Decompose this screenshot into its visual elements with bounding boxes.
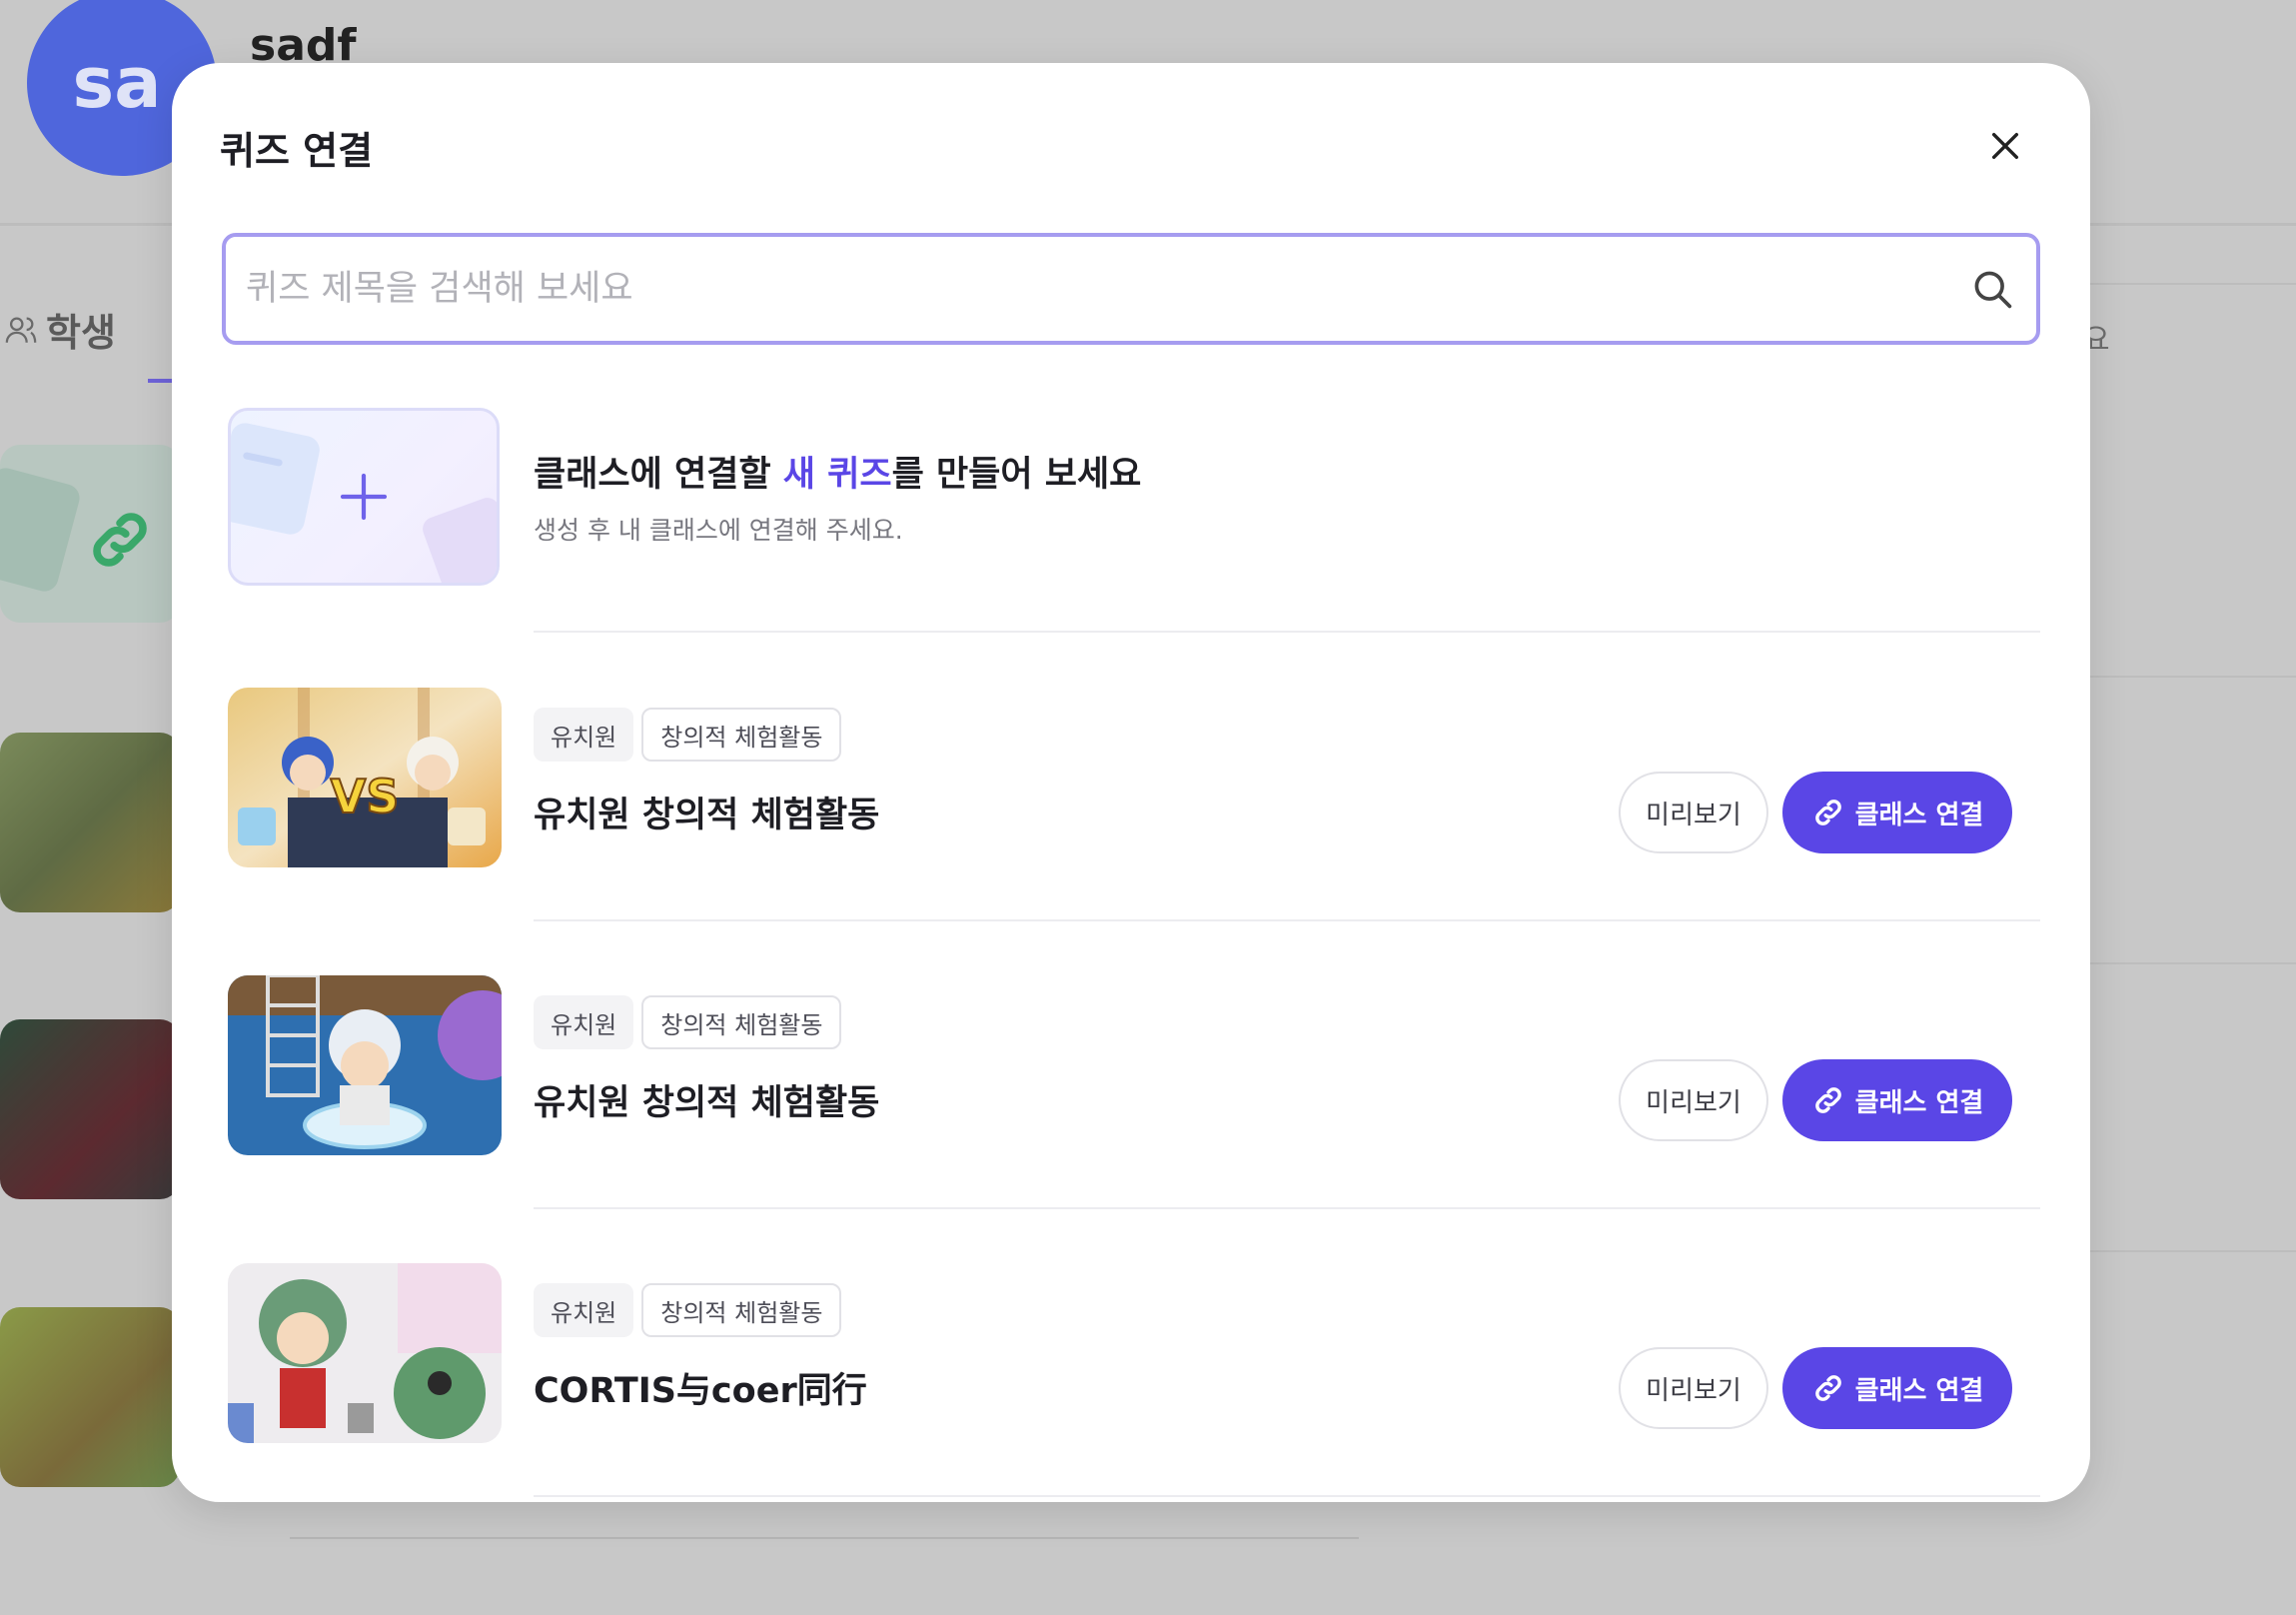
quiz-title: CORTIS与coer同行: [534, 1371, 867, 1411]
connect-class-label: 클래스 연결: [1854, 800, 1984, 830]
link-icon: [1814, 800, 1841, 825]
quiz-thumbnail[interactable]: [228, 975, 502, 1155]
row-divider: [534, 919, 2040, 921]
quiz-thumbnail[interactable]: [228, 1263, 502, 1443]
quiz-thumbnail-image: [228, 975, 502, 1155]
connect-class-button[interactable]: 클래스 연결: [1782, 1059, 2012, 1141]
preview-button[interactable]: 미리보기: [1619, 772, 1768, 853]
quiz-title: 유치원 창의적 체험활동: [534, 1083, 880, 1123]
connect-class-button[interactable]: 클래스 연결: [1782, 772, 2012, 853]
link-icon: [1814, 1087, 1841, 1113]
users-icon: [5, 317, 37, 343]
close-button[interactable]: [1980, 121, 2030, 171]
bg-quiz-thumbnail: [0, 1019, 180, 1199]
create-title-accent[interactable]: 새 퀴즈: [783, 455, 892, 495]
search-input[interactable]: [246, 269, 1968, 309]
search-button[interactable]: [1968, 265, 2016, 313]
bg-link-card: [0, 445, 180, 623]
row-divider: [534, 1495, 2040, 1497]
tag-level: 유치원: [534, 708, 634, 762]
plus-wrapper: [231, 411, 497, 583]
close-icon: [1991, 132, 2019, 160]
connect-class-button[interactable]: 클래스 연결: [1782, 1347, 2012, 1429]
create-title-prefix: 클래스에 연결할: [534, 455, 783, 495]
create-quiz-title: 클래스에 연결할 새 퀴즈를 만들어 보세요: [534, 446, 1141, 497]
tab-student: 학생: [4, 302, 116, 357]
tag-level: 유치원: [534, 1283, 634, 1337]
bg-divider: [2088, 1250, 2296, 1252]
quiz-tags: 유치원 창의적 체험활동: [534, 708, 842, 762]
modal-title: 퀴즈 연결: [220, 129, 374, 173]
plus-icon: [340, 473, 388, 521]
preview-button[interactable]: 미리보기: [1619, 1059, 1768, 1141]
quiz-thumbnail-image: [228, 1263, 502, 1443]
search-box: [222, 233, 2040, 345]
bg-divider: [2088, 962, 2296, 964]
tag-subject: 창의적 체험활동: [641, 995, 842, 1049]
quiz-title: 유치원 창의적 체험활동: [534, 796, 880, 835]
preview-button[interactable]: 미리보기: [1619, 1347, 1768, 1429]
quiz-thumbnail-image: VS: [228, 688, 502, 867]
bg-quiz-thumbnail: [0, 733, 180, 912]
tag-level: 유치원: [534, 995, 634, 1049]
quiz-tags: 유치원 창의적 체험활동: [534, 1283, 842, 1337]
tag-subject: 창의적 체험활동: [641, 708, 842, 762]
search-icon: [1974, 271, 2012, 309]
create-title-suffix: 를 만들어 보세요: [891, 455, 1142, 495]
create-quiz-subtitle: 생성 후 내 클래스에 연결해 주세요.: [534, 516, 903, 545]
tag-subject: 창의적 체험활동: [641, 1283, 842, 1337]
list-item: 유치원 창의적 체험활동 CORTIS与coer同行 미리보기 클래스 연결: [172, 1263, 2090, 1453]
connect-class-label: 클래스 연결: [1854, 1375, 1984, 1406]
link-icon: [1814, 1375, 1841, 1401]
list-item: VS 유치원 창의적 체험활동 유치원 창의적 체험활동 미리보기 클래스 연결: [172, 688, 2090, 877]
link-icon: [93, 513, 147, 567]
bg-divider: [2088, 283, 2296, 285]
quiz-tags: 유치원 창의적 체험활동: [534, 995, 842, 1049]
bg-quiz-thumbnail: [0, 1307, 180, 1487]
row-divider: [534, 631, 2040, 633]
avatar-initials: sa: [72, 42, 162, 124]
bg-divider: [290, 1537, 1359, 1539]
create-quiz-card[interactable]: [228, 408, 500, 586]
row-divider: [534, 1207, 2040, 1209]
quiz-connect-modal: 퀴즈 연결 클래스에 연결할 새 퀴즈를 만들어 보세요 생성 후 내 클래스에…: [172, 63, 2090, 1502]
connect-class-label: 클래스 연결: [1854, 1087, 1984, 1118]
bg-divider: [2088, 676, 2296, 678]
list-item: 유치원 창의적 체험활동 유치원 창의적 체험활동 미리보기 클래스 연결: [172, 975, 2090, 1165]
tab-student-label: 학생: [46, 311, 116, 355]
thumbnail-vs-text: VS: [331, 770, 400, 823]
quiz-thumbnail[interactable]: VS: [228, 688, 502, 867]
